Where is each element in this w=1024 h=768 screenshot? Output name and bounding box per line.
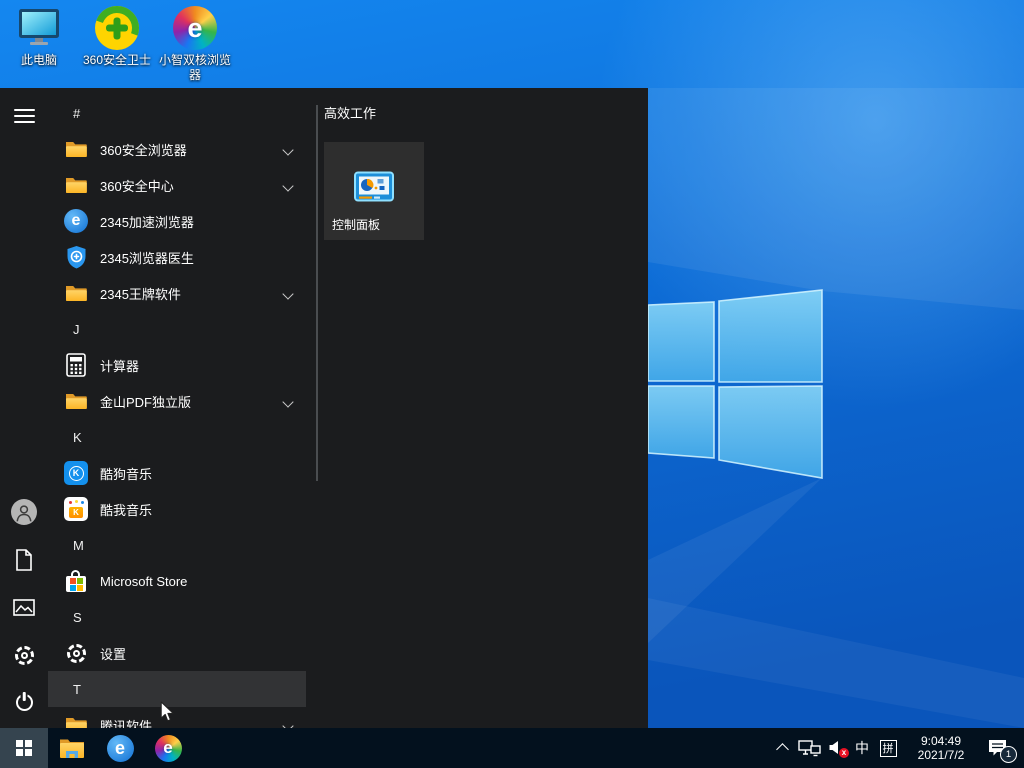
- app-list-scrollbar[interactable]: [316, 105, 318, 481]
- ime-pinyin-icon: 拼: [879, 739, 897, 757]
- desktop-icon-this-pc[interactable]: 此电脑: [0, 4, 78, 68]
- section-header-m[interactable]: M: [48, 527, 306, 563]
- desktop-icon-label: 360安全卫士: [82, 53, 152, 67]
- section-header-s[interactable]: S: [48, 599, 306, 635]
- control-panel-icon: [354, 171, 394, 209]
- chevron-down-icon: [282, 720, 294, 728]
- windows-start-icon: [16, 740, 32, 756]
- folder-icon: [64, 281, 88, 305]
- app-item-2345-browser[interactable]: e 2345加速浏览器: [48, 203, 306, 239]
- app-list: # 360安全浏览器 360安全中心 e 2345加速浏览器 2345浏览器医生…: [48, 95, 306, 728]
- 2345-browser-icon: e: [106, 734, 134, 762]
- notification-badge: 1: [1000, 745, 1017, 763]
- 360-safe-icon: [95, 4, 139, 52]
- tile-control-panel[interactable]: 控制面板: [324, 142, 424, 240]
- gear-icon: [14, 645, 34, 665]
- user-icon: [11, 499, 37, 525]
- mute-badge: x: [839, 747, 849, 758]
- 2345-browser-icon: e: [64, 209, 88, 233]
- app-item-2345-software[interactable]: 2345王牌软件: [48, 275, 306, 311]
- app-item-kugou-music[interactable]: K 酷狗音乐: [48, 455, 306, 491]
- app-item-360-browser[interactable]: 360安全浏览器: [48, 131, 306, 167]
- menu-icon: [13, 109, 35, 123]
- desktop-icon-xiaozhi-browser[interactable]: e 小智双核浏览器: [156, 4, 234, 83]
- xiaozhi-browser-icon: e: [173, 4, 217, 52]
- tile-panel: 高效工作 控制面板: [324, 88, 648, 240]
- tray-action-center[interactable]: 1: [980, 728, 1018, 768]
- tray-volume-muted[interactable]: x: [824, 728, 850, 768]
- folder-icon: [64, 713, 88, 728]
- kugou-icon: K: [64, 461, 88, 485]
- store-icon: [64, 569, 88, 593]
- taskbar-file-explorer[interactable]: [48, 728, 96, 768]
- power-icon: [15, 693, 33, 711]
- chevron-down-icon: [282, 144, 294, 156]
- app-item-tencent-software[interactable]: 腾讯软件: [48, 707, 306, 728]
- section-header-j[interactable]: J: [48, 311, 306, 347]
- chevron-down-icon: [282, 396, 294, 408]
- file-explorer-icon: [60, 739, 84, 758]
- system-tray: x 中 拼 9:04:49 2021/7/2 1: [770, 728, 1024, 768]
- app-item-360-center[interactable]: 360安全中心: [48, 167, 306, 203]
- taskbar-xiaozhi-browser[interactable]: e: [144, 728, 192, 768]
- taskbar: e e x 中 拼 9:04:49 2021/7/2 1: [0, 728, 1024, 768]
- folder-icon: [64, 173, 88, 197]
- folder-icon: [64, 389, 88, 413]
- folder-icon: [64, 137, 88, 161]
- app-item-settings[interactable]: 设置: [48, 635, 306, 671]
- tray-ime-mode[interactable]: 拼: [874, 728, 902, 768]
- rail-power-button[interactable]: [4, 682, 44, 722]
- action-center-icon: 1: [988, 739, 1017, 763]
- app-item-kuwo-music[interactable]: K 酷我音乐: [48, 491, 306, 527]
- app-item-2345-doctor[interactable]: 2345浏览器医生: [48, 239, 306, 275]
- rail-documents-button[interactable]: [4, 540, 44, 580]
- start-button[interactable]: [0, 728, 48, 768]
- chevron-down-icon: [282, 180, 294, 192]
- desktop-icon-label: 小智双核浏览器: [158, 53, 231, 82]
- tray-ime-language[interactable]: 中: [850, 728, 874, 768]
- desktop-icon-360-safe[interactable]: 360安全卫士: [78, 4, 156, 68]
- section-header-hash[interactable]: #: [48, 95, 306, 131]
- start-menu: # 360安全浏览器 360安全中心 e 2345加速浏览器 2345浏览器医生…: [0, 88, 648, 728]
- section-header-t[interactable]: T: [48, 671, 306, 707]
- app-item-microsoft-store[interactable]: Microsoft Store: [48, 563, 306, 599]
- chevron-up-icon: [775, 743, 789, 756]
- rail-user-button[interactable]: [4, 492, 44, 532]
- tile-label: 控制面板: [332, 218, 381, 232]
- tray-network[interactable]: [794, 728, 824, 768]
- app-item-calculator[interactable]: 计算器: [48, 347, 306, 383]
- shield-icon: [64, 245, 88, 269]
- taskbar-2345-browser[interactable]: e: [96, 728, 144, 768]
- tray-clock[interactable]: 9:04:49 2021/7/2: [902, 728, 980, 768]
- tray-time: 9:04:49: [920, 734, 962, 748]
- volume-muted-icon: x: [827, 740, 849, 758]
- rail-settings-button[interactable]: [4, 635, 44, 675]
- document-icon: [16, 549, 32, 571]
- section-header-k[interactable]: K: [48, 419, 306, 455]
- rail-menu-button[interactable]: [4, 96, 44, 136]
- chevron-down-icon: [282, 288, 294, 300]
- tile-group-title[interactable]: 高效工作: [324, 103, 648, 122]
- gear-icon: [64, 641, 88, 665]
- tray-show-hidden-icons[interactable]: [770, 728, 794, 768]
- tray-date: 2021/7/2: [917, 748, 965, 762]
- this-pc-icon: [16, 4, 62, 52]
- app-item-kingsoft-pdf[interactable]: 金山PDF独立版: [48, 383, 306, 419]
- pictures-icon: [13, 598, 35, 616]
- xiaozhi-browser-icon: e: [154, 734, 182, 762]
- desktop-icon-label: 此电脑: [20, 53, 57, 67]
- calculator-icon: [64, 353, 88, 377]
- start-menu-rail: [0, 88, 48, 728]
- kuwo-icon: K: [64, 497, 88, 521]
- rail-pictures-button[interactable]: [4, 587, 44, 627]
- network-icon: [797, 739, 821, 756]
